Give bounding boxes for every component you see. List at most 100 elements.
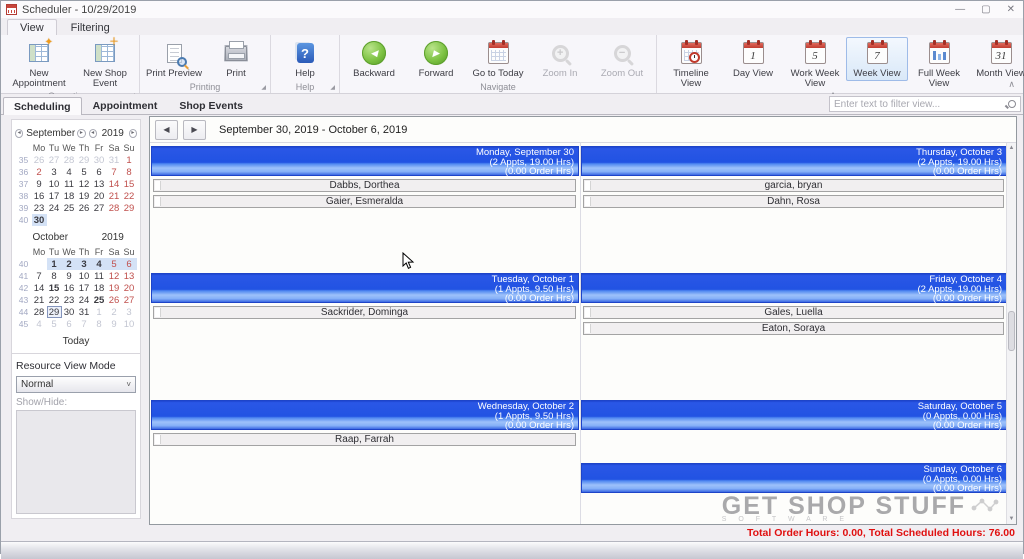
appointment-bar[interactable]: Raap, Farrah: [153, 433, 576, 446]
next-week-button[interactable]: ▶: [183, 120, 206, 140]
calendar-day[interactable]: 15: [47, 282, 62, 294]
appointment-bar[interactable]: Dabbs, Dorthea: [153, 179, 576, 192]
calendar-day[interactable]: 15: [122, 178, 137, 190]
ribbon-button-new-appointment[interactable]: ✦New Appointment: [4, 37, 74, 91]
tab-scheduling[interactable]: Scheduling: [3, 97, 82, 115]
previous-month-icon[interactable]: ◂: [15, 129, 23, 138]
day-header-sunday-october-6[interactable]: Sunday, October 6(0 Appts, 0.00 Hrs)(0.0…: [581, 463, 1006, 493]
previous-week-button[interactable]: ◀: [155, 120, 178, 140]
collapse-ribbon-icon[interactable]: ∧: [1008, 79, 1015, 90]
calendar-day[interactable]: 6: [122, 258, 137, 270]
calendar-day[interactable]: 7: [107, 166, 122, 178]
calendar-day[interactable]: 26: [107, 294, 122, 306]
calendar-day[interactable]: 30: [32, 214, 47, 226]
calendar-day[interactable]: 1: [47, 258, 62, 270]
calendar-day[interactable]: 28: [107, 202, 122, 214]
calendar-day[interactable]: 29: [77, 154, 92, 166]
calendar-day[interactable]: 9: [32, 178, 47, 190]
calendar-day[interactable]: 22: [122, 190, 137, 202]
calendar-day[interactable]: 25: [92, 294, 107, 306]
calendar-day[interactable]: 20: [122, 282, 137, 294]
scrollbar-thumb[interactable]: [1008, 311, 1015, 351]
calendar-day[interactable]: 7: [77, 318, 92, 330]
ribbon-button-week-view[interactable]: 7Week View: [846, 37, 908, 81]
calendar-day[interactable]: 23: [32, 202, 47, 214]
calendar-day[interactable]: 26: [32, 154, 47, 166]
calendar-day[interactable]: 9: [107, 318, 122, 330]
maximize-button[interactable]: ▢: [981, 1, 990, 18]
calendar-day[interactable]: 14: [32, 282, 47, 294]
next-month-icon[interactable]: ▸: [77, 129, 85, 138]
dialog-launcher-icon[interactable]: ◢: [261, 84, 266, 91]
calendar-day[interactable]: 31: [77, 306, 92, 318]
previous-year-icon[interactable]: ◂: [89, 129, 97, 138]
day-header-monday-september-30[interactable]: Monday, September 30(2 Appts, 19.00 Hrs)…: [151, 146, 579, 176]
calendar-day[interactable]: 4: [92, 258, 107, 270]
calendar-day[interactable]: 27: [92, 202, 107, 214]
calendar-day[interactable]: 9: [62, 270, 77, 282]
calendar-day[interactable]: 21: [107, 190, 122, 202]
ribbon-button-print-preview[interactable]: Print Preview: [143, 37, 205, 81]
calendar-day[interactable]: 10: [77, 270, 92, 282]
calendar-day[interactable]: 11: [92, 270, 107, 282]
calendar-day[interactable]: 1: [92, 306, 107, 318]
scroll-down-icon[interactable]: ▼: [1007, 516, 1016, 522]
show-hide-listbox[interactable]: [16, 410, 136, 514]
calendar-day[interactable]: 3: [47, 166, 62, 178]
calendar-day[interactable]: 12: [107, 270, 122, 282]
calendar-day[interactable]: 22: [47, 294, 62, 306]
day-header-thursday-october-3[interactable]: Thursday, October 3(2 Appts, 19.00 Hrs)(…: [581, 146, 1006, 176]
calendar-day[interactable]: 20: [92, 190, 107, 202]
calendar-day[interactable]: 13: [122, 270, 137, 282]
schedule-canvas[interactable]: GET SHOP STUFF S O F T W A: [150, 143, 1006, 524]
tab-appointment[interactable]: Appointment: [82, 96, 169, 114]
calendar-day[interactable]: 12: [77, 178, 92, 190]
calendar-day[interactable]: 30: [62, 306, 77, 318]
next-year-icon[interactable]: ▸: [129, 129, 137, 138]
appointment-bar[interactable]: Gaier, Esmeralda: [153, 195, 576, 208]
calendar-day[interactable]: 30: [92, 154, 107, 166]
calendar-day[interactable]: 8: [122, 166, 137, 178]
calendar-day[interactable]: 8: [47, 270, 62, 282]
ribbon-button-print[interactable]: Print: [205, 37, 267, 81]
vertical-scrollbar[interactable]: ▲ ▼: [1006, 143, 1016, 524]
minimize-button[interactable]: —: [955, 1, 965, 18]
appointment-bar[interactable]: garcia, bryan: [583, 179, 1004, 192]
ribbon-button-forward[interactable]: ▶Forward: [405, 37, 467, 81]
dialog-launcher-icon[interactable]: ◢: [330, 84, 335, 91]
calendar-day[interactable]: 5: [107, 258, 122, 270]
resource-view-mode-dropdown[interactable]: Normal ˅: [16, 376, 136, 393]
appointment-bar[interactable]: Eaton, Soraya: [583, 322, 1004, 335]
calendar-day[interactable]: 3: [77, 258, 92, 270]
calendar-day[interactable]: 19: [77, 190, 92, 202]
calendar-day[interactable]: 6: [62, 318, 77, 330]
appointment-bar[interactable]: Sackrider, Dominga: [153, 306, 576, 319]
ribbon-tab-filtering[interactable]: Filtering: [59, 20, 122, 35]
calendar-day[interactable]: 10: [122, 318, 137, 330]
calendar-day[interactable]: 26: [77, 202, 92, 214]
day-header-wednesday-october-2[interactable]: Wednesday, October 2(1 Appts, 9.50 Hrs)(…: [151, 400, 579, 430]
calendar-day[interactable]: 17: [47, 190, 62, 202]
calendar-day[interactable]: 11: [62, 178, 77, 190]
calendar-day[interactable]: 8: [92, 318, 107, 330]
calendar-day[interactable]: 16: [62, 282, 77, 294]
calendar-day[interactable]: 2: [107, 306, 122, 318]
ribbon-button-work-week-view[interactable]: 5Work Week View: [784, 37, 846, 91]
ribbon-button-new-shop-event[interactable]: ＋New Shop Event: [74, 37, 136, 91]
scroll-up-icon[interactable]: ▲: [1007, 145, 1016, 151]
calendar-day[interactable]: 2: [62, 258, 77, 270]
calendar-day[interactable]: 25: [62, 202, 77, 214]
calendar-day[interactable]: 24: [47, 202, 62, 214]
calendar-day[interactable]: 3: [122, 306, 137, 318]
calendar-day[interactable]: 6: [92, 166, 107, 178]
calendar-day[interactable]: 24: [77, 294, 92, 306]
ribbon-button-go-to-today[interactable]: Go to Today: [467, 37, 529, 81]
tab-shop-events[interactable]: Shop Events: [168, 96, 254, 114]
calendar-day[interactable]: 16: [32, 190, 47, 202]
calendar-day[interactable]: 18: [92, 282, 107, 294]
calendar-day[interactable]: 31: [107, 154, 122, 166]
appointment-bar[interactable]: Dahn, Rosa: [583, 195, 1004, 208]
calendar-day[interactable]: 13: [92, 178, 107, 190]
calendar-day[interactable]: 18: [62, 190, 77, 202]
close-button[interactable]: ✕: [1007, 1, 1015, 18]
